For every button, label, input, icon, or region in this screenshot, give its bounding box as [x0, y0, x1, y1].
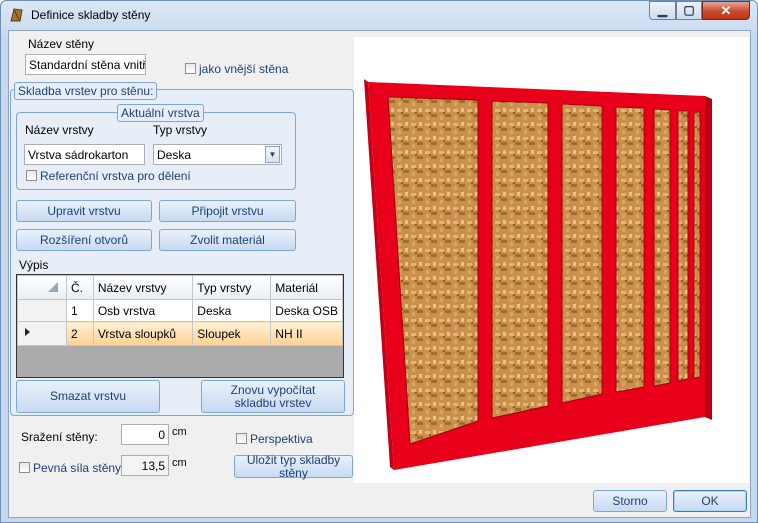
exterior-wall-checkbox-label: jako vnější stěna: [199, 62, 289, 76]
column-header-name[interactable]: Název vrstvy: [92, 275, 194, 300]
grid-header-row: Č. Název vrstvy Typ vrstvy Materiál: [17, 275, 343, 300]
rounding-unit: cm: [172, 426, 187, 438]
layers-table: Č. Název vrstvy Typ vrstvy Materiál 1 Os…: [17, 275, 343, 346]
current-layer-group: Aktuální vrstva Název vrstvy Typ vrstvy …: [16, 104, 296, 190]
maximize-icon: ▢: [683, 3, 695, 17]
close-button[interactable]: ✕: [702, 1, 750, 20]
reference-layer-checkbox-label: Referenční vrstva pro dělení: [40, 169, 191, 183]
layer-type-value: Deska: [157, 148, 192, 162]
perspective-checkbox-label: Perspektiva: [250, 432, 313, 446]
exterior-wall-checkbox-box[interactable]: [185, 63, 196, 74]
maximize-button[interactable]: ▢: [676, 1, 702, 20]
cell-type[interactable]: Deska: [192, 299, 272, 322]
fixed-thickness-checkbox-label: Pevná síla stěny: [33, 461, 122, 475]
choose-material-button[interactable]: Zvolit materiál: [159, 229, 296, 251]
rounding-label: Sražení stěny:: [21, 430, 98, 444]
reference-layer-checkbox[interactable]: Referenční vrstva pro dělení: [26, 169, 191, 183]
layer-name-label: Název vrstvy: [25, 123, 94, 137]
exterior-wall-checkbox[interactable]: jako vnější stěna: [185, 62, 288, 76]
title-bar: Definice skladby stěny ▁ ▢ ✕: [1, 1, 757, 29]
cell-name[interactable]: Vrstva sloupků: [92, 321, 194, 346]
table-row[interactable]: 2 Vrstva sloupků Sloupek NH II: [17, 321, 343, 346]
wall-frame-side: [705, 96, 712, 420]
cell-name[interactable]: Osb vrstva: [92, 299, 194, 322]
edit-layer-button[interactable]: Upravit vrstvu: [16, 200, 152, 222]
minimize-icon: ▁: [657, 3, 668, 17]
chevron-down-icon[interactable]: ▼: [265, 146, 280, 163]
column-header-material[interactable]: Materiál: [270, 275, 343, 300]
openings-extension-button[interactable]: Rozšíření otvorů: [16, 229, 152, 251]
list-label: Výpis: [19, 258, 49, 272]
window-title: Definice skladby stěny: [31, 8, 151, 22]
app-icon: [10, 8, 23, 22]
osb-panel: [491, 100, 549, 419]
attach-layer-button[interactable]: Připojit vrstvu: [159, 200, 296, 222]
layers-grid[interactable]: Č. Název vrstvy Typ vrstvy Materiál 1 Os…: [16, 274, 344, 378]
osb-panel: [693, 111, 701, 379]
cell-number[interactable]: 2: [66, 321, 94, 346]
wall-3d-render: [364, 79, 712, 470]
cell-material[interactable]: NH II: [270, 321, 343, 346]
osb-panel: [677, 110, 689, 382]
layer-type-label: Typ vrstvy: [153, 123, 208, 137]
save-wall-type-button[interactable]: Uložit typ skladby stěny: [234, 453, 353, 479]
cell-material[interactable]: Deska OSB: [270, 299, 343, 322]
composition-group: Skladba vrstev pro stěnu: Aktuální vrstv…: [10, 82, 354, 416]
osb-panel: [615, 106, 645, 393]
column-header-type[interactable]: Typ vrstvy: [192, 275, 272, 300]
table-row[interactable]: 1 Osb vrstva Deska Deska OSB: [17, 299, 343, 322]
wall-name-input[interactable]: Standardní stěna vnitřní: [25, 54, 146, 75]
perspective-checkbox[interactable]: Perspektiva: [236, 432, 313, 446]
ok-button[interactable]: OK: [673, 490, 747, 512]
fixed-thickness-checkbox[interactable]: Pevná síla stěny: [19, 461, 121, 475]
wall-name-label: Název stěny: [28, 37, 95, 51]
column-header-number[interactable]: Č.: [66, 275, 94, 300]
current-layer-group-title: Aktuální vrstva: [117, 104, 204, 122]
cell-number[interactable]: 1: [66, 299, 94, 322]
row-header-current[interactable]: [17, 321, 67, 346]
dialog-client: Název stěny Standardní stěna vnitřní jak…: [8, 30, 751, 518]
wall-preview[interactable]: [354, 37, 749, 483]
dialog-window: Definice skladby stěny ▁ ▢ ✕ Název stěny…: [0, 0, 758, 523]
osb-panel: [561, 103, 603, 404]
row-header[interactable]: [17, 299, 67, 322]
recalculate-layers-button[interactable]: Znovu vypočítat skladbu vrstev: [201, 380, 345, 413]
cell-type[interactable]: Sloupek: [192, 321, 272, 346]
layer-name-input[interactable]: Vrstva sádrokarton: [24, 144, 145, 165]
delete-layer-button[interactable]: Smazat vrstvu: [16, 380, 160, 413]
fixed-thickness-unit: cm: [172, 457, 187, 469]
rounding-input[interactable]: 0: [121, 424, 169, 445]
layer-type-select[interactable]: Deska ▼: [153, 144, 282, 165]
close-icon: ✕: [720, 3, 732, 18]
fixed-thickness-input[interactable]: 13,5: [121, 455, 169, 476]
cancel-button[interactable]: Storno: [593, 490, 667, 512]
composition-group-title: Skladba vrstev pro stěnu:: [14, 82, 158, 100]
current-row-arrow-icon: [25, 328, 30, 336]
perspective-checkbox-box[interactable]: [236, 433, 247, 444]
select-all-icon: [48, 282, 58, 292]
reference-layer-checkbox-box[interactable]: [26, 170, 37, 181]
fixed-thickness-checkbox-box[interactable]: [19, 462, 30, 473]
minimize-button[interactable]: ▁: [649, 1, 676, 20]
grid-corner[interactable]: [17, 275, 67, 300]
osb-panel: [653, 108, 671, 387]
